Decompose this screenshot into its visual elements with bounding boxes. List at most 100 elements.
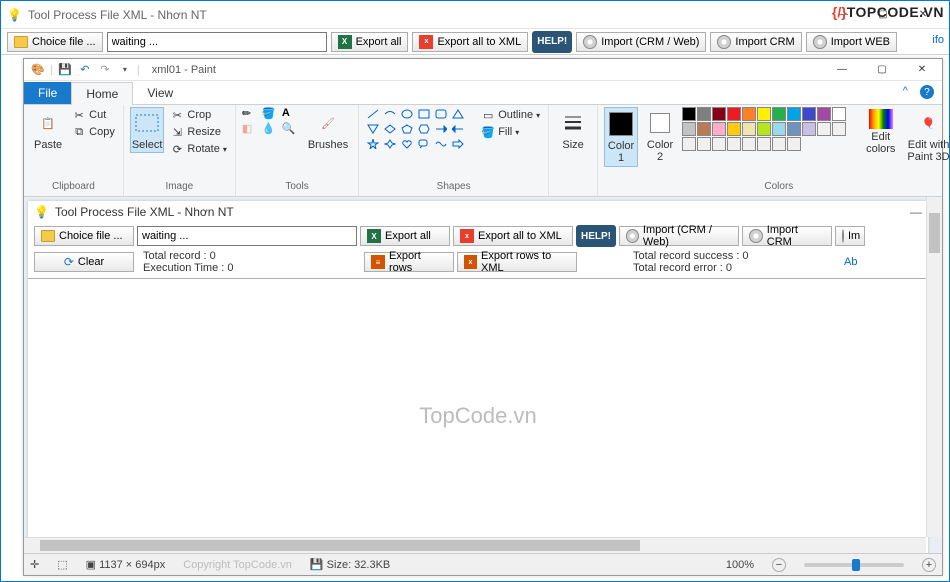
edit-colors-button[interactable]: Edit colors (862, 107, 899, 157)
cut-button[interactable]: ✂Cut (70, 107, 117, 123)
color-swatch[interactable] (697, 107, 711, 121)
brushes-button[interactable]: 🖌 Brushes (304, 107, 352, 153)
shape-fill-button[interactable]: 🪣Fill ▾ (479, 124, 542, 140)
color-swatch[interactable] (772, 107, 786, 121)
color-swatch[interactable] (787, 137, 801, 151)
pencil-tool[interactable]: ✏ (242, 107, 260, 120)
canvas-document[interactable]: 💡 Tool Process File XML - Nhơn NT — Choi… (28, 201, 928, 553)
horizontal-scrollbar[interactable] (24, 537, 926, 553)
inner-clear-button[interactable]: ⟳Clear (34, 252, 134, 272)
zoom-out-button[interactable]: − (772, 558, 786, 572)
color-swatch[interactable] (832, 107, 846, 121)
color-swatch[interactable] (712, 122, 726, 136)
color-swatch[interactable] (727, 137, 741, 151)
inner-file-input[interactable] (137, 226, 357, 246)
resize-button[interactable]: ⇲Resize (168, 124, 228, 140)
file-size: 💾 Size: 32.3KB (310, 558, 390, 571)
paint3d-button[interactable]: 🎈 Edit with Paint 3D (903, 107, 950, 165)
ribbon-collapse[interactable]: ^ ? (903, 85, 934, 99)
color-swatch[interactable] (697, 137, 711, 151)
copy-button[interactable]: ⧉Copy (70, 124, 117, 140)
color-swatch[interactable] (757, 137, 771, 151)
file-path-input[interactable] (107, 32, 327, 52)
redo-icon[interactable]: ↷ (97, 62, 113, 78)
crop-button[interactable]: ✂Crop (168, 107, 228, 123)
zoom-slider-thumb[interactable] (852, 559, 860, 571)
about-link[interactable]: Ab (844, 256, 857, 268)
color-swatch[interactable] (772, 137, 786, 151)
color-swatch[interactable] (802, 107, 816, 121)
help-icon[interactable]: ? (920, 85, 934, 99)
inner-import-crm-web-button[interactable]: Import (CRM / Web) (619, 226, 739, 246)
color-swatch[interactable] (727, 107, 741, 121)
info-link[interactable]: ifo (932, 34, 944, 46)
inner-export-all-xml-button[interactable]: xExport all to XML (453, 226, 573, 246)
inner-export-all-button[interactable]: XExport all (360, 226, 450, 246)
tab-file[interactable]: File (24, 82, 71, 104)
vertical-scrollbar[interactable] (926, 197, 942, 537)
paint-close-button[interactable]: ✕ (902, 60, 942, 80)
shape-outline-button[interactable]: ▭Outline ▾ (479, 107, 542, 123)
color-swatch[interactable] (802, 122, 816, 136)
picker-tool[interactable]: 💧 (262, 122, 280, 135)
color-swatch[interactable] (712, 107, 726, 121)
inner-import-crm-button[interactable]: Import CRM (742, 226, 832, 246)
color-swatch[interactable] (757, 107, 771, 121)
import-web-button[interactable]: Import WEB (806, 32, 897, 52)
inner-export-rows-xml-button[interactable]: xExport rows to XML (457, 252, 577, 272)
export-all-xml-button[interactable]: xExport all to XML (412, 32, 528, 52)
color-swatch[interactable] (682, 107, 696, 121)
scroll-thumb[interactable] (40, 540, 640, 551)
tab-view[interactable]: View (133, 82, 187, 104)
color-swatch[interactable] (757, 122, 771, 136)
color-swatch[interactable] (682, 137, 696, 151)
fill-tool[interactable]: 🪣 (262, 107, 280, 120)
color2-button[interactable]: Color 2 (642, 107, 678, 165)
color-swatch[interactable] (817, 107, 831, 121)
color-swatch[interactable] (697, 122, 711, 136)
rotate-button[interactable]: ⟳Rotate ▾ (168, 141, 228, 157)
color-swatch[interactable] (742, 107, 756, 121)
inner-import-cut-button[interactable]: Im (835, 226, 865, 246)
color-swatch[interactable] (682, 122, 696, 136)
qat-dropdown-icon[interactable]: ▾ (117, 62, 133, 78)
zoom-in-button[interactable]: + (922, 558, 936, 572)
color-swatch[interactable] (727, 122, 741, 136)
save-icon[interactable]: 💾 (57, 62, 73, 78)
undo-icon[interactable]: ↶ (77, 62, 93, 78)
text-tool[interactable]: A (282, 107, 300, 120)
inner-help-sign[interactable]: HELP! (576, 225, 616, 247)
eraser-tool[interactable]: ◧ (242, 122, 260, 135)
color-swatch[interactable] (787, 122, 801, 136)
tab-home[interactable]: Home (71, 82, 133, 105)
color-swatch[interactable] (832, 122, 846, 136)
select-button[interactable]: Select (130, 107, 165, 153)
color-swatch[interactable] (742, 122, 756, 136)
xml-icon: x (460, 229, 474, 243)
disc-icon (749, 229, 763, 243)
inner-choice-file-button[interactable]: Choice file ... (34, 226, 134, 246)
magnifier-tool[interactable]: 🔍 (282, 122, 300, 135)
choice-file-button[interactable]: Choice file ... (7, 32, 103, 52)
color-swatch[interactable] (787, 107, 801, 121)
color1-button[interactable]: Color 1 (604, 107, 638, 167)
shapes-gallery[interactable] (365, 107, 475, 151)
paint-maximize-button[interactable]: ▢ (862, 60, 902, 80)
color-swatch[interactable] (712, 137, 726, 151)
help-sign[interactable]: HELP! (532, 31, 572, 53)
color-palette[interactable] (682, 107, 858, 151)
paste-button[interactable]: 📋 Paste (30, 107, 66, 153)
export-all-button[interactable]: XExport all (331, 32, 409, 52)
size-button[interactable]: Size (555, 107, 591, 153)
color-swatch[interactable] (772, 122, 786, 136)
color-swatch[interactable] (742, 137, 756, 151)
import-crm-web-button[interactable]: Import (CRM / Web) (576, 32, 706, 52)
color-swatch[interactable] (817, 122, 831, 136)
inner-export-rows-button[interactable]: ≡Export rows (364, 252, 454, 272)
bulb-icon: 💡 (7, 8, 22, 22)
import-crm-button[interactable]: Import CRM (710, 32, 801, 52)
zoom-slider[interactable] (804, 563, 904, 567)
paint-minimize-button[interactable]: — (822, 60, 862, 80)
scroll-thumb[interactable] (929, 213, 940, 253)
bulb-icon: 💡 (34, 205, 49, 219)
